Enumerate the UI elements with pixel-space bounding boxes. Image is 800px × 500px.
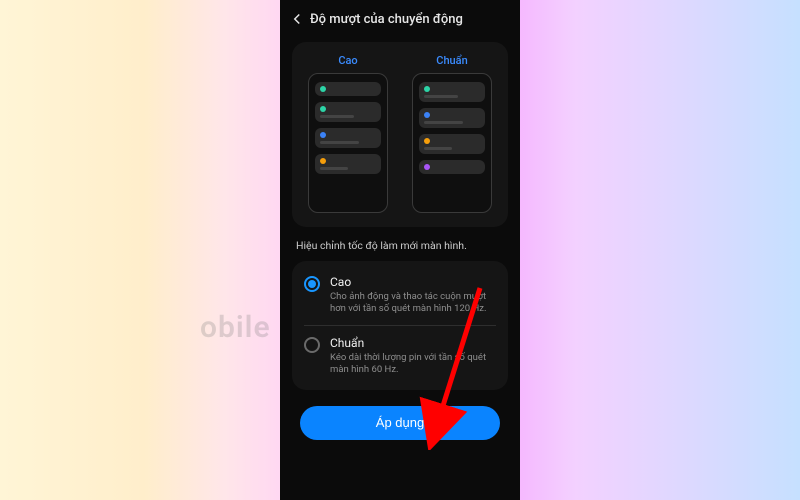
preview-high[interactable]: Cao	[302, 54, 394, 213]
option-high-desc: Cho ảnh động và thao tác cuộn mượt hơn v…	[330, 291, 496, 315]
watermark-text: obile	[200, 310, 271, 345]
options-panel: Cao Cho ảnh động và thao tác cuộn mượt h…	[292, 261, 508, 390]
radio-standard-icon	[304, 337, 320, 353]
option-standard-desc: Kéo dài thời lượng pin với tần số quét m…	[330, 352, 496, 376]
chevron-left-icon	[288, 10, 306, 28]
phone-frame: Độ mượt của chuyển động Cao Chuẩn	[280, 0, 520, 500]
option-high[interactable]: Cao Cho ảnh động và thao tác cuộn mượt h…	[304, 265, 496, 325]
apply-button[interactable]: Áp dụng	[300, 406, 500, 440]
header-bar: Độ mượt của chuyển động	[280, 0, 520, 32]
preview-high-screen	[308, 73, 388, 213]
background-gradient: obile Độ mượt của chuyển động Cao Chuẩn	[0, 0, 800, 500]
preview-standard[interactable]: Chuẩn	[406, 54, 498, 213]
radio-high-icon	[304, 276, 320, 292]
preview-standard-label: Chuẩn	[436, 54, 467, 67]
option-standard-label: Chuẩn	[330, 336, 496, 350]
preview-standard-screen	[412, 73, 492, 213]
option-standard[interactable]: Chuẩn Kéo dài thời lượng pin với tần số …	[304, 325, 496, 386]
preview-high-label: Cao	[338, 54, 357, 67]
option-high-label: Cao	[330, 275, 496, 289]
preview-row: Cao Chuẩn	[292, 42, 508, 227]
section-description: Hiệu chỉnh tốc độ làm mới màn hình.	[296, 239, 504, 253]
page-title: Độ mượt của chuyển động	[310, 12, 463, 27]
back-button[interactable]	[286, 8, 308, 30]
